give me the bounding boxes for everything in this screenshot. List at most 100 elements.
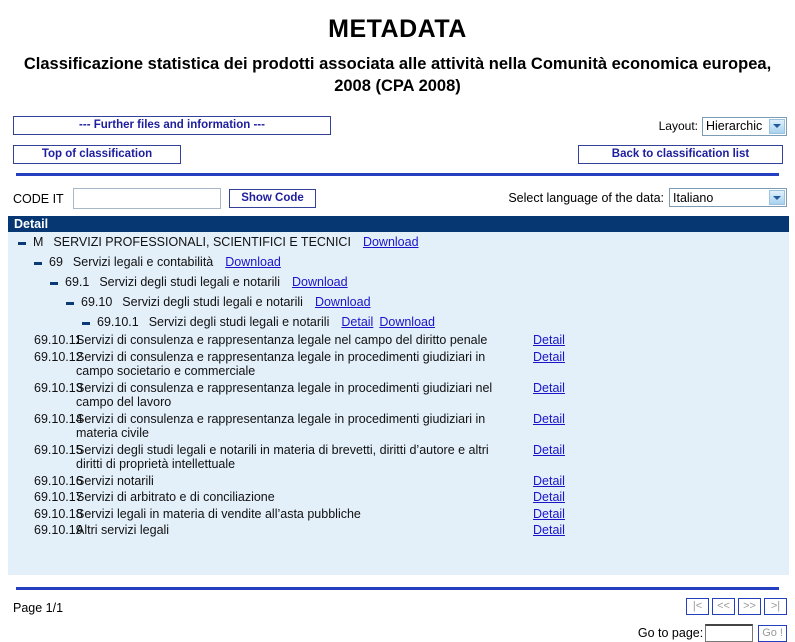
layout-label: Layout: xyxy=(658,119,698,134)
tree-row-code: 69.1 xyxy=(65,275,90,289)
leaf-code: 69.10.15 xyxy=(34,442,83,457)
layout-select-value: Hierarchic xyxy=(706,119,763,134)
last-page-button[interactable]: >| xyxy=(764,598,787,615)
collapse-minus-icon[interactable] xyxy=(18,242,26,245)
tree-row-code: 69 xyxy=(49,255,63,269)
classification-leaf-list: 69.10.11 Servizi di consulenza e rapprese… xyxy=(8,332,789,539)
tree-row: 69 Servizi legali e contabilità Download xyxy=(8,252,789,272)
download-link[interactable]: Download xyxy=(379,315,435,329)
pagination-nav: |< << >> >| xyxy=(686,598,787,615)
collapse-minus-icon[interactable] xyxy=(50,282,58,285)
leaf-row: 69.10.12 Servizi di consulenza e rapprese… xyxy=(8,349,789,380)
tree-row-code: 69.10.1 xyxy=(97,315,139,329)
detail-panel: M SERVIZI PROFESSIONALI, SCIENTIFICI E TE… xyxy=(8,232,789,575)
download-link[interactable]: Download xyxy=(315,295,371,309)
leaf-description: Servizi di consulenza e rappresentanza l… xyxy=(76,333,488,347)
leaf-code: 69.10.13 xyxy=(34,380,83,395)
goto-page-button[interactable]: Go ! xyxy=(758,624,787,642)
leaf-code: 69.10.16 xyxy=(34,473,83,488)
leaf-code: 69.10.14 xyxy=(34,411,83,426)
leaf-code: 69.10.17 xyxy=(34,490,83,504)
further-files-button[interactable]: --- Further files and information --- xyxy=(13,115,331,135)
detail-link[interactable]: Detail xyxy=(533,507,565,522)
goto-page-label: Go to page: xyxy=(637,626,704,640)
leaf-row: 69.10.15 Servizi degli studi legali e not… xyxy=(8,442,789,473)
chevron-down-icon xyxy=(769,190,785,205)
collapse-minus-icon[interactable] xyxy=(82,322,90,325)
leaf-description: Servizi legali in materia di vendite all… xyxy=(76,506,361,521)
language-select-value: Italiano xyxy=(673,190,714,205)
code-search-row: CODE IT Show Code Select language of the… xyxy=(0,188,795,214)
leaf-row: 69.10.19 Altri servizi legali Detail xyxy=(8,522,789,539)
first-page-button[interactable]: |< xyxy=(686,598,709,615)
leaf-row: 69.10.11 Servizi di consulenza e rapprese… xyxy=(8,332,789,349)
leaf-description: Altri servizi legali xyxy=(76,523,170,537)
tree-row: M SERVIZI PROFESSIONALI, SCIENTIFICI E TE… xyxy=(8,232,789,252)
detail-section-header: Detail xyxy=(8,216,789,232)
language-select[interactable]: Italiano xyxy=(669,188,787,207)
leaf-code: 69.10.11 xyxy=(34,333,82,347)
tree-row-label: Servizi degli studi legali e notarili xyxy=(148,315,330,329)
layout-select[interactable]: Hierarchic xyxy=(702,116,787,136)
leaf-description: Servizi di consulenza e rappresentanza l… xyxy=(76,380,493,410)
pagination-footer: Page 1/1 |< << >> >| Go to page: Go ! xyxy=(0,598,795,642)
classification-tree: M SERVIZI PROFESSIONALI, SCIENTIFICI E TE… xyxy=(8,232,789,332)
detail-link[interactable]: Detail xyxy=(533,443,565,458)
language-control: Select language of the data: Italiano xyxy=(508,188,787,207)
language-label: Select language of the data: xyxy=(508,190,664,205)
layout-control: Layout: Hierarchic xyxy=(658,116,787,136)
back-to-classification-list-button[interactable]: Back to classification list xyxy=(578,144,783,164)
detail-link[interactable]: Detail xyxy=(341,315,373,329)
chevron-down-icon xyxy=(769,118,785,134)
page-title: METADATA xyxy=(328,15,467,43)
detail-link[interactable]: Detail xyxy=(533,490,565,505)
leaf-code: 69.10.19 xyxy=(34,523,83,537)
detail-link[interactable]: Detail xyxy=(533,381,565,396)
leaf-row: 69.10.13 Servizi di consulenza e rapprese… xyxy=(8,380,789,411)
leaf-description: Servizi di consulenza e rappresentanza l… xyxy=(76,349,486,379)
leaf-row: 69.10.14 Servizi di consulenza e rapprese… xyxy=(8,411,789,442)
download-link[interactable]: Download xyxy=(363,235,419,249)
page-subtitle: Classificazione statistica dei prodotti … xyxy=(23,55,772,96)
leaf-row: 69.10.18 Servizi legali in materia di ven… xyxy=(8,506,789,523)
leaf-code: 69.10.12 xyxy=(34,349,83,364)
divider-top xyxy=(16,173,779,176)
tree-row-code: 69.10 xyxy=(81,295,113,309)
detail-link[interactable]: Detail xyxy=(533,523,565,538)
detail-link[interactable]: Detail xyxy=(533,412,565,427)
metadata-page: METADATA Classificazione statistica dei … xyxy=(0,10,795,642)
leaf-description: Servizi degli studi legali e notarili in… xyxy=(76,442,489,472)
detail-link[interactable]: Detail xyxy=(533,474,565,489)
goto-page-control: Go to page: Go ! xyxy=(638,624,787,642)
leaf-description: Servizi di consulenza e rappresentanza l… xyxy=(76,411,486,441)
page-info: Page 1/1 xyxy=(13,601,64,615)
show-code-button[interactable]: Show Code xyxy=(229,189,316,208)
leaf-row: 69.10.16 Servizi notarili Detail xyxy=(8,473,789,490)
next-page-button[interactable]: >> xyxy=(738,598,761,615)
code-input[interactable] xyxy=(73,188,221,209)
prev-page-button[interactable]: << xyxy=(712,598,735,615)
collapse-minus-icon[interactable] xyxy=(66,302,74,305)
top-of-classification-button[interactable]: Top of classification xyxy=(13,144,181,164)
download-link[interactable]: Download xyxy=(292,275,348,289)
divider-bottom xyxy=(16,587,779,590)
leaf-description: Servizi di arbitrato e di conciliazione xyxy=(76,490,275,504)
tree-row-code: M xyxy=(33,235,44,249)
leaf-code: 69.10.18 xyxy=(34,506,83,521)
collapse-minus-icon[interactable] xyxy=(34,262,42,265)
download-link[interactable]: Download xyxy=(225,255,281,269)
goto-page-input[interactable] xyxy=(705,624,754,642)
leaf-description: Servizi notarili xyxy=(76,473,154,488)
leaf-row: 69.10.17 Servizi di arbitrato e di concil… xyxy=(8,489,789,506)
toolbar: --- Further files and information --- To… xyxy=(0,114,795,170)
tree-row: 69.10.1 Servizi degli studi legali e nota… xyxy=(8,312,789,332)
detail-link[interactable]: Detail xyxy=(533,350,565,365)
tree-row-label: Servizi degli studi legali e notarili xyxy=(99,275,280,289)
tree-row-label: Servizi legali e contabilità xyxy=(72,255,214,269)
tree-row-label: SERVIZI PROFESSIONALI, SCIENTIFICI E TEC… xyxy=(53,235,351,249)
detail-link[interactable]: Detail xyxy=(533,333,565,348)
tree-row: 69.1 Servizi degli studi legali e notaril… xyxy=(8,272,789,292)
tree-row: 69.10 Servizi degli studi legali e notari… xyxy=(8,292,789,312)
code-label: CODE IT xyxy=(13,192,64,206)
tree-row-label: Servizi degli studi legali e notarili xyxy=(122,295,303,309)
